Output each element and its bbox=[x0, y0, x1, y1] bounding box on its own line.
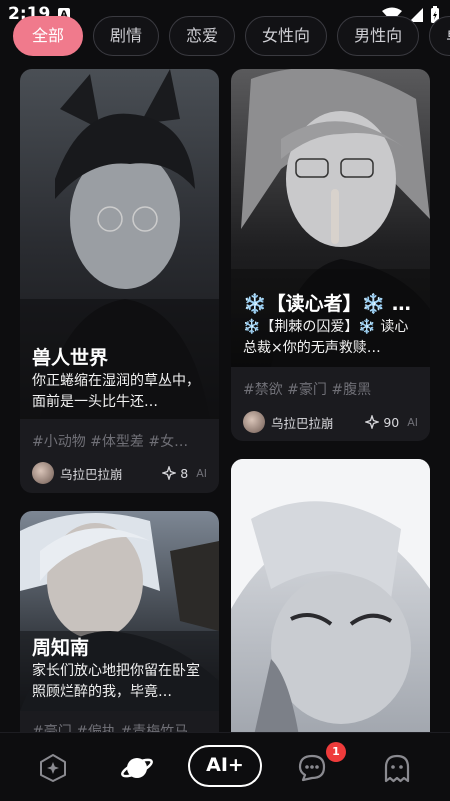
tab-female-oriented[interactable]: 女性向 bbox=[245, 16, 328, 56]
sparkle-icon bbox=[162, 466, 177, 480]
card-title: 兽人世界 bbox=[32, 347, 109, 369]
bottom-navigation: AI+ 1 bbox=[0, 732, 450, 801]
tab-romance[interactable]: 恋爱 bbox=[169, 16, 236, 56]
nav-messages[interactable] bbox=[295, 751, 329, 785]
character-card[interactable]: 周知南 家长们放心地把你留在卧室照顾烂醉的我，毕竟… #豪门 #偏执 #青梅竹马 bbox=[20, 511, 219, 732]
ai-label: AI bbox=[196, 466, 207, 480]
card-meta: 乌拉巴拉崩 8 AI bbox=[32, 461, 207, 485]
card-description: ❄️【荆棘の囚爱】❄️ 读心总裁×你的无声救赎… bbox=[243, 319, 409, 356]
avatar[interactable] bbox=[32, 462, 54, 484]
nav-explore[interactable] bbox=[120, 751, 154, 785]
card-tags: #豪门 #偏执 #青梅竹马 bbox=[32, 724, 189, 732]
nav-profile[interactable] bbox=[380, 751, 414, 785]
ai-label: AI bbox=[407, 415, 418, 429]
likes-count: 8 bbox=[180, 465, 189, 481]
card-description: 家长们放心地把你留在卧室照顾烂醉的我，毕竟… bbox=[32, 663, 200, 700]
character-card[interactable] bbox=[231, 459, 430, 732]
star-frame-icon bbox=[40, 754, 66, 782]
tab-all[interactable]: 全部 bbox=[13, 16, 84, 56]
tab-more[interactable]: 单 bbox=[429, 16, 450, 56]
author-name[interactable]: 乌拉巴拉崩 bbox=[271, 413, 365, 432]
tab-plot[interactable]: 剧情 bbox=[93, 16, 160, 56]
planet-icon bbox=[121, 758, 153, 778]
tab-male-oriented[interactable]: 男性向 bbox=[337, 16, 420, 56]
card-title: ❄️【读心者】❄️ … bbox=[243, 293, 411, 315]
avatar[interactable] bbox=[243, 411, 265, 433]
message-badge: 1 bbox=[326, 742, 346, 762]
likes[interactable]: 90 bbox=[365, 415, 399, 430]
card-meta: 乌拉巴拉崩 90 AI bbox=[243, 410, 418, 434]
character-card[interactable]: 兽人世界 你正蜷缩在湿润的草丛中，面前是一头比牛还… #小动物 #体型差 #女…… bbox=[20, 69, 219, 493]
category-tabs: 全部 剧情 恋爱 女性向 男性向 单 bbox=[0, 16, 450, 56]
ai-create-button[interactable]: AI+ bbox=[188, 745, 262, 787]
ghost-icon bbox=[384, 754, 410, 783]
author-name[interactable]: 乌拉巴拉崩 bbox=[60, 464, 162, 483]
card-description: 你正蜷缩在湿润的草丛中，面前是一头比牛还… bbox=[32, 373, 200, 410]
character-portrait bbox=[231, 459, 430, 732]
likes-count: 90 bbox=[383, 414, 400, 430]
chat-bubble-icon bbox=[298, 754, 326, 782]
card-tags: #禁欲 #豪门 #腹黑 bbox=[243, 382, 372, 398]
nav-discover[interactable] bbox=[36, 751, 70, 785]
likes[interactable]: 8 bbox=[162, 466, 188, 481]
sparkle-icon bbox=[365, 415, 380, 429]
character-card[interactable]: ❄️【读心者】❄️ … ❄️【荆棘の囚爱】❄️ 读心总裁×你的无声救赎… #禁欲… bbox=[231, 69, 430, 441]
card-title: 周知南 bbox=[32, 637, 90, 659]
card-tags: #小动物 #体型差 #女… bbox=[32, 434, 189, 450]
character-feed: 兽人世界 你正蜷缩在湿润的草丛中，面前是一头比牛还… #小动物 #体型差 #女…… bbox=[0, 68, 450, 732]
